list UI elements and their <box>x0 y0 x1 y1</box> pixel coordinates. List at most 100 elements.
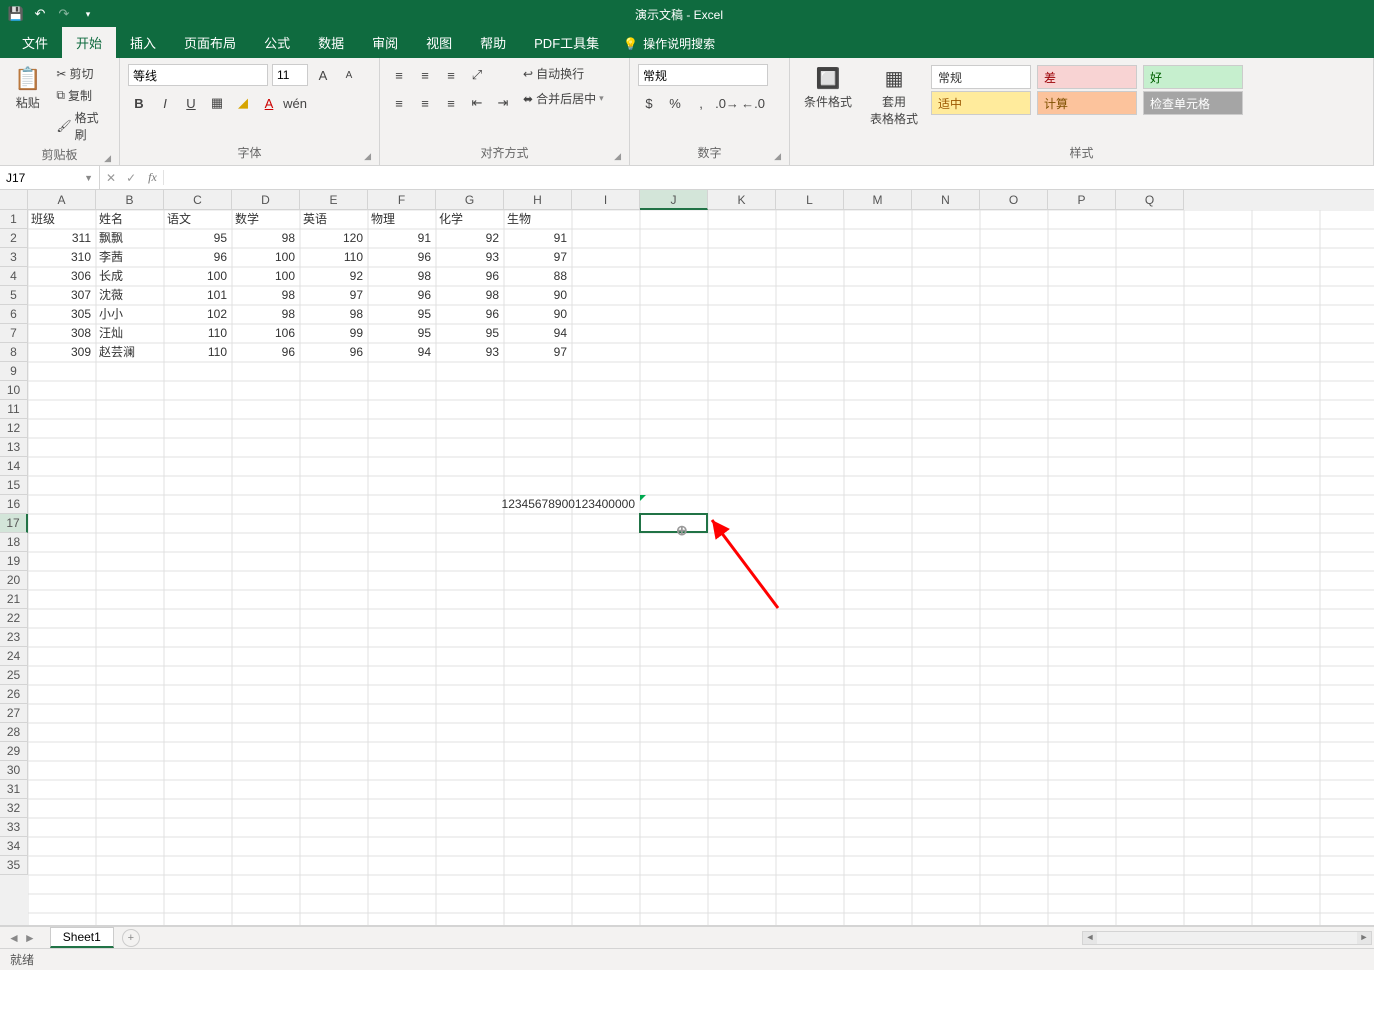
tab-view[interactable]: 视图 <box>412 27 466 58</box>
column-header-M[interactable]: M <box>844 190 912 210</box>
style-check[interactable]: 检查单元格 <box>1143 91 1243 115</box>
tab-data[interactable]: 数据 <box>304 27 358 58</box>
style-good[interactable]: 好 <box>1143 65 1243 89</box>
underline-button[interactable]: U <box>180 92 202 114</box>
decrease-font-icon[interactable]: A <box>338 64 360 86</box>
number-launcher-icon[interactable]: ◢ <box>774 151 781 162</box>
font-size-select[interactable] <box>272 64 308 86</box>
cell-A7[interactable]: 308 <box>28 324 94 343</box>
cell-C1[interactable]: 语文 <box>164 210 230 229</box>
align-right-icon[interactable]: ≡ <box>440 92 462 114</box>
cell-A1[interactable]: 班级 <box>28 210 94 229</box>
tell-me-search[interactable]: 💡 操作说明搜索 <box>613 29 725 58</box>
customize-qat-icon[interactable]: ▾ <box>80 6 96 22</box>
cell-C6[interactable]: 102 <box>164 305 230 324</box>
increase-font-icon[interactable]: A <box>312 64 334 86</box>
cell-H4[interactable]: 88 <box>504 267 570 286</box>
row-header-19[interactable]: 19 <box>0 552 28 571</box>
align-left-icon[interactable]: ≡ <box>388 92 410 114</box>
error-indicator-icon[interactable] <box>640 495 646 501</box>
cell-E6[interactable]: 98 <box>300 305 366 324</box>
cell-H5[interactable]: 90 <box>504 286 570 305</box>
accounting-format-icon[interactable]: $ <box>638 92 660 114</box>
row-header-18[interactable]: 18 <box>0 533 28 552</box>
cut-button[interactable]: ✂剪切 <box>53 64 111 83</box>
row-header-21[interactable]: 21 <box>0 590 28 609</box>
select-all-corner[interactable] <box>0 190 28 210</box>
cell-C2[interactable]: 95 <box>164 229 230 248</box>
fill-color-button[interactable]: ◢ <box>232 92 254 114</box>
row-header-34[interactable]: 34 <box>0 837 28 856</box>
cell-D5[interactable]: 98 <box>232 286 298 305</box>
paste-button[interactable]: 📋 粘贴 <box>8 62 47 144</box>
border-button[interactable]: ▦ <box>206 92 228 114</box>
fx-icon[interactable]: fx <box>142 170 164 185</box>
row-header-12[interactable]: 12 <box>0 419 28 438</box>
copy-button[interactable]: ⧉复制 <box>53 86 111 105</box>
number-format-select[interactable] <box>638 64 768 86</box>
cell-E2[interactable]: 120 <box>300 229 366 248</box>
cell-E7[interactable]: 99 <box>300 324 366 343</box>
row-header-7[interactable]: 7 <box>0 324 28 343</box>
column-header-D[interactable]: D <box>232 190 300 210</box>
cell-B8[interactable]: 赵芸澜 <box>96 343 162 362</box>
align-bottom-icon[interactable]: ≡ <box>440 64 462 86</box>
cell-A3[interactable]: 310 <box>28 248 94 267</box>
row-header-28[interactable]: 28 <box>0 723 28 742</box>
column-header-C[interactable]: C <box>164 190 232 210</box>
format-as-table-button[interactable]: ▦ 套用 表格格式 <box>864 62 924 142</box>
cell-D4[interactable]: 100 <box>232 267 298 286</box>
style-calc[interactable]: 计算 <box>1037 91 1137 115</box>
row-header-29[interactable]: 29 <box>0 742 28 761</box>
tab-insert[interactable]: 插入 <box>116 27 170 58</box>
row-header-1[interactable]: 1 <box>0 210 28 229</box>
tab-pdf[interactable]: PDF工具集 <box>520 27 613 58</box>
cell-G1[interactable]: 化学 <box>436 210 502 229</box>
clipboard-launcher-icon[interactable]: ◢ <box>104 153 111 164</box>
row-header-5[interactable]: 5 <box>0 286 28 305</box>
chevron-down-icon[interactable]: ▼ <box>84 173 93 183</box>
column-header-G[interactable]: G <box>436 190 504 210</box>
cell-D2[interactable]: 98 <box>232 229 298 248</box>
cell-G5[interactable]: 98 <box>436 286 502 305</box>
cell-F6[interactable]: 95 <box>368 305 434 324</box>
row-header-2[interactable]: 2 <box>0 229 28 248</box>
decrease-decimal-icon[interactable]: ←.0 <box>742 92 764 114</box>
cell-F1[interactable]: 物理 <box>368 210 434 229</box>
row-header-4[interactable]: 4 <box>0 267 28 286</box>
cell-B7[interactable]: 汪灿 <box>96 324 162 343</box>
cell-B1[interactable]: 姓名 <box>96 210 162 229</box>
cell-F2[interactable]: 91 <box>368 229 434 248</box>
format-painter-button[interactable]: 🖌格式刷 <box>53 108 111 144</box>
style-normal[interactable]: 常规 <box>931 65 1031 89</box>
tab-help[interactable]: 帮助 <box>466 27 520 58</box>
cell-G3[interactable]: 93 <box>436 248 502 267</box>
column-header-H[interactable]: H <box>504 190 572 210</box>
cell-E8[interactable]: 96 <box>300 343 366 362</box>
cell-F5[interactable]: 96 <box>368 286 434 305</box>
conditional-format-button[interactable]: 🔲 条件格式 <box>798 62 858 142</box>
cell-G4[interactable]: 96 <box>436 267 502 286</box>
cell-A4[interactable]: 306 <box>28 267 94 286</box>
cell-C5[interactable]: 101 <box>164 286 230 305</box>
column-header-I[interactable]: I <box>572 190 640 210</box>
column-header-F[interactable]: F <box>368 190 436 210</box>
cell-J16[interactable]: 12345678900123400000 <box>470 495 638 514</box>
cell-C7[interactable]: 110 <box>164 324 230 343</box>
cell-H6[interactable]: 90 <box>504 305 570 324</box>
row-header-32[interactable]: 32 <box>0 799 28 818</box>
row-header-10[interactable]: 10 <box>0 381 28 400</box>
save-icon[interactable]: 💾 <box>8 6 24 22</box>
tab-formulas[interactable]: 公式 <box>250 27 304 58</box>
increase-decimal-icon[interactable]: .0→ <box>716 92 738 114</box>
column-header-L[interactable]: L <box>776 190 844 210</box>
row-header-23[interactable]: 23 <box>0 628 28 647</box>
cell-H1[interactable]: 生物 <box>504 210 570 229</box>
cells-area[interactable]: ⊕ 班级姓名语文数学英语物理化学生物311飘飘9598120919291310李… <box>28 210 1374 926</box>
cell-A5[interactable]: 307 <box>28 286 94 305</box>
scroll-right-icon[interactable]: ► <box>1357 932 1371 944</box>
increase-indent-icon[interactable]: ⇥ <box>492 92 514 114</box>
name-box[interactable]: J17 ▼ <box>0 166 100 189</box>
tab-layout[interactable]: 页面布局 <box>170 27 250 58</box>
decrease-indent-icon[interactable]: ⇤ <box>466 92 488 114</box>
